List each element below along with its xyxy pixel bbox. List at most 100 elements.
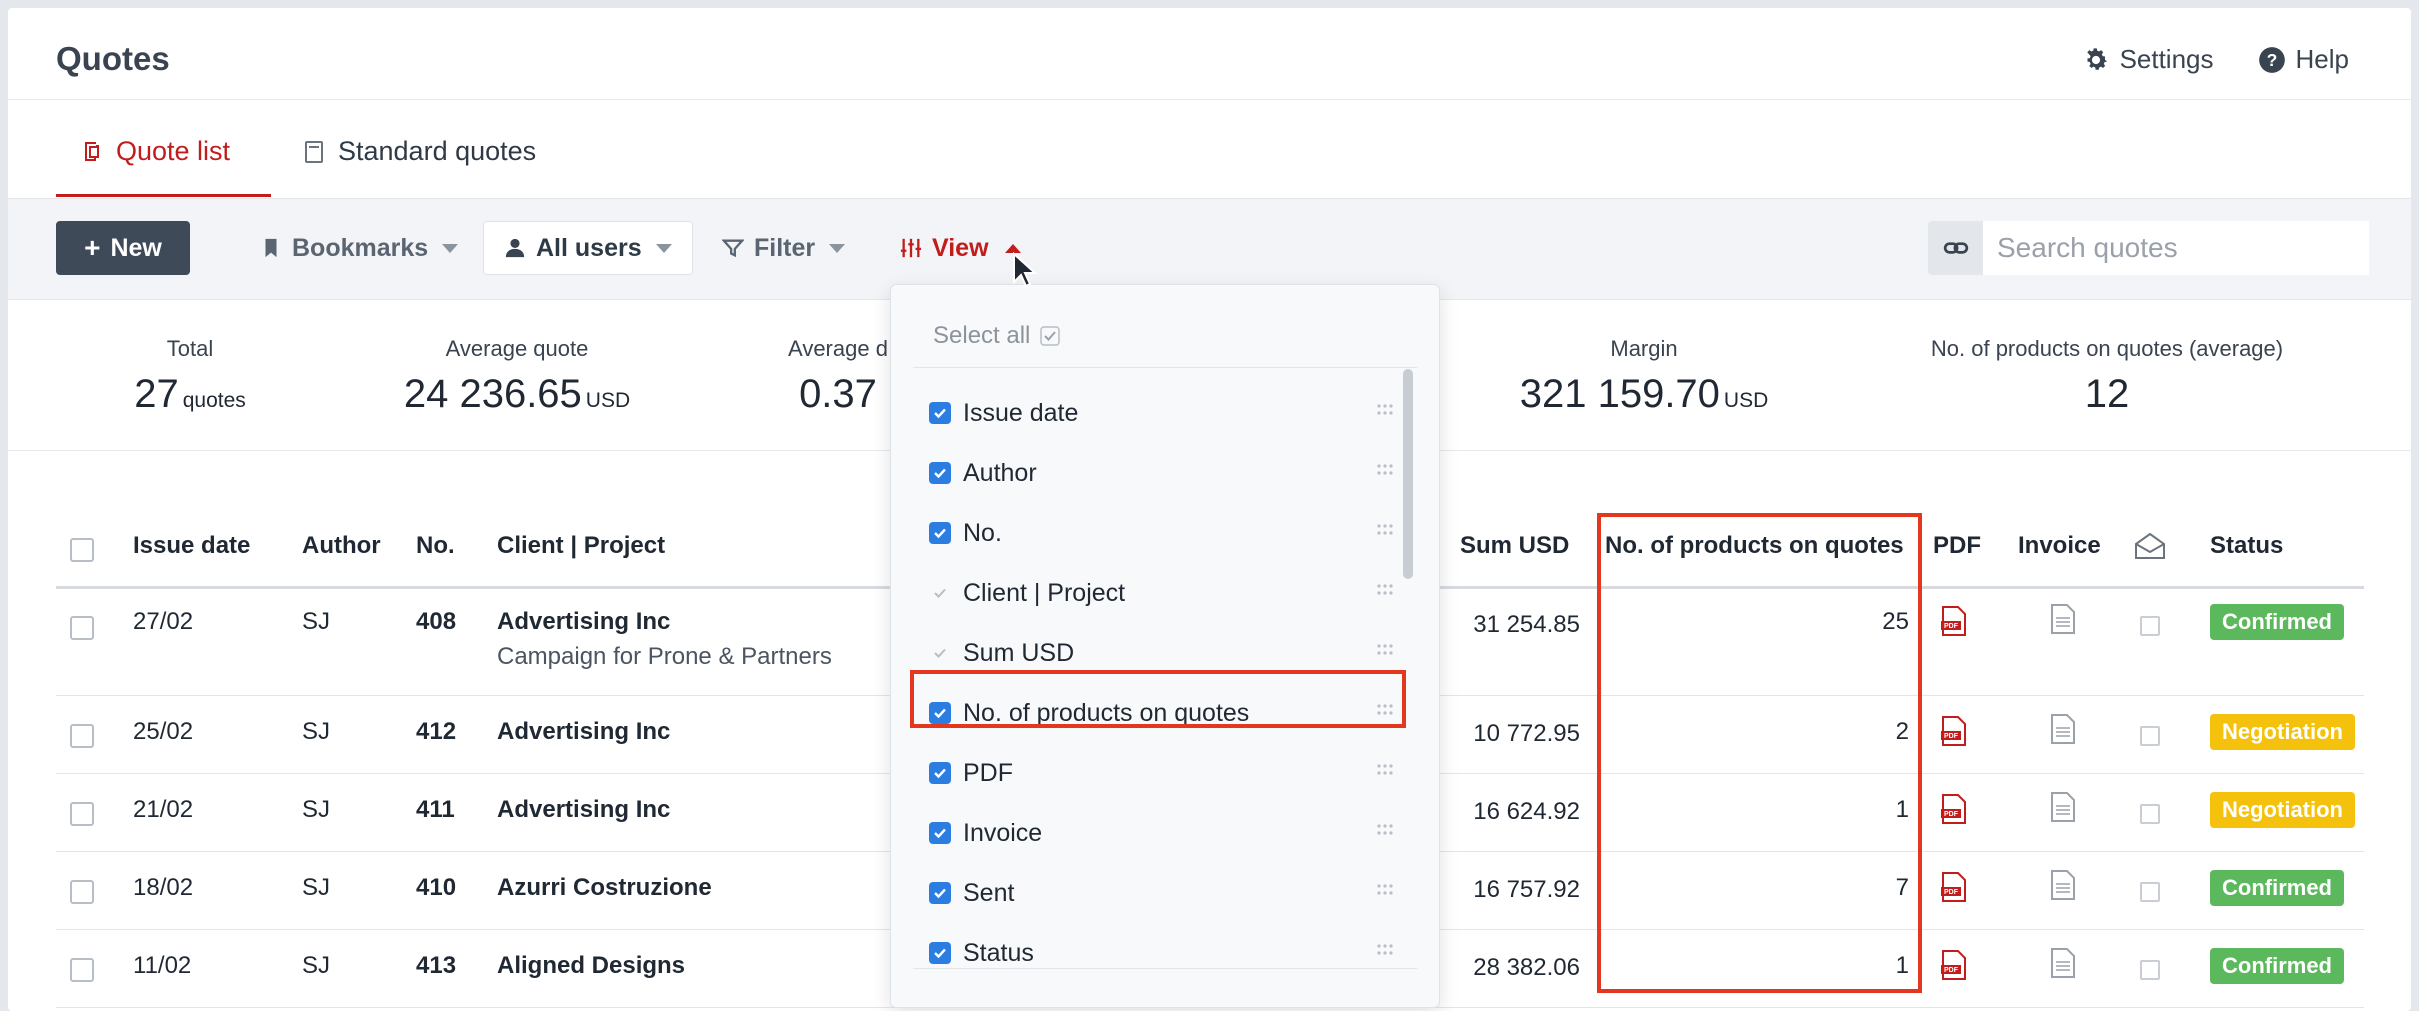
bookmarks-label: Bookmarks xyxy=(292,233,429,262)
help-icon: ? xyxy=(2258,46,2285,73)
cell-no[interactable]: 408 xyxy=(416,608,456,636)
stat-products-average: No. of products on quotes (average) 12 xyxy=(1931,336,2283,417)
drag-handle-icon[interactable] xyxy=(1376,403,1394,417)
cell-client[interactable]: Advertising Inc xyxy=(497,718,670,746)
sent-checkbox[interactable] xyxy=(2140,726,2160,746)
cell-project[interactable]: Campaign for Prone & Partners xyxy=(497,643,832,671)
header-pdf[interactable]: PDF xyxy=(1933,532,1981,560)
sent-checkbox[interactable] xyxy=(2140,804,2160,824)
drag-handle-icon[interactable] xyxy=(1376,463,1394,477)
bookmarks-dropdown[interactable]: Bookmarks xyxy=(260,221,459,275)
new-label: New xyxy=(110,233,162,262)
stat-value: 12 xyxy=(2084,372,2130,416)
column-option-label: Author xyxy=(963,458,1037,487)
pdf-icon[interactable]: PDF xyxy=(1941,716,1967,746)
invoice-doc-icon[interactable] xyxy=(2050,948,2076,978)
mouse-cursor-icon xyxy=(1013,252,1038,288)
status-badge[interactable]: Confirmed xyxy=(2210,870,2344,906)
column-option-issue-date[interactable]: Issue date xyxy=(929,385,1394,441)
drag-handle-icon[interactable] xyxy=(1376,943,1394,957)
header-client-project[interactable]: Client | Project xyxy=(497,532,665,560)
header-sum-usd[interactable]: Sum USD xyxy=(1460,532,1569,560)
column-option-status[interactable]: Status xyxy=(929,925,1394,981)
column-option-author[interactable]: Author xyxy=(929,445,1394,501)
stat-total: Total 27 quotes xyxy=(134,336,246,417)
users-dropdown[interactable]: All users xyxy=(483,221,693,275)
header-no[interactable]: No. xyxy=(416,532,455,560)
header-issue-date[interactable]: Issue date xyxy=(133,532,250,560)
status-badge[interactable]: Confirmed xyxy=(2210,604,2344,640)
sent-checkbox[interactable] xyxy=(2140,960,2160,980)
drag-handle-icon[interactable] xyxy=(1376,883,1394,897)
tab-quote-list[interactable]: Quote list xyxy=(80,136,230,167)
sliders-icon xyxy=(900,238,922,258)
cell-no[interactable]: 412 xyxy=(416,718,456,746)
column-option-sent[interactable]: Sent xyxy=(929,865,1394,921)
sent-checkbox[interactable] xyxy=(2140,616,2160,636)
tab-bar: Quote list Standard quotes xyxy=(8,100,2411,199)
select-all-checkbox[interactable] xyxy=(70,538,94,562)
row-checkbox[interactable] xyxy=(70,958,94,982)
quote-list-icon xyxy=(85,141,99,161)
tab-standard-quotes[interactable]: Standard quotes xyxy=(302,136,536,167)
pdf-icon[interactable]: PDF xyxy=(1941,606,1967,636)
cell-no[interactable]: 413 xyxy=(416,952,456,980)
search-box xyxy=(1928,221,2369,275)
cell-no[interactable]: 411 xyxy=(416,796,455,824)
column-option-no[interactable]: No. xyxy=(929,505,1394,561)
products-column-highlight xyxy=(1597,513,1922,993)
average-quote-value: 24 236.65 xyxy=(403,372,582,416)
column-option-pdf[interactable]: PDF xyxy=(929,745,1394,801)
cell-client[interactable]: Advertising Inc xyxy=(497,796,670,824)
drag-handle-icon[interactable] xyxy=(1376,643,1394,657)
checkbox-checked-icon xyxy=(929,462,951,484)
drag-handle-icon[interactable] xyxy=(1376,583,1394,597)
drag-handle-icon[interactable] xyxy=(1376,523,1394,537)
select-all-checkbox-icon xyxy=(1040,326,1061,346)
pdf-icon[interactable]: PDF xyxy=(1941,872,1967,902)
cell-sum: 10 772.95 xyxy=(1473,720,1580,747)
drag-handle-icon[interactable] xyxy=(1376,823,1394,837)
cell-client[interactable]: Azurri Costruzione xyxy=(497,874,712,902)
invoice-doc-icon[interactable] xyxy=(2050,792,2076,822)
row-checkbox[interactable] xyxy=(70,616,94,640)
invoice-doc-icon[interactable] xyxy=(2050,714,2076,744)
status-badge[interactable]: Negotiation xyxy=(2210,792,2355,828)
row-checkbox[interactable] xyxy=(70,724,94,748)
pdf-icon[interactable]: PDF xyxy=(1941,950,1967,980)
header-invoice[interactable]: Invoice xyxy=(2018,532,2101,560)
status-badge[interactable]: Confirmed xyxy=(2210,948,2344,984)
view-columns-menu: Select all Issue date Author No. Client … xyxy=(890,284,1440,1008)
status-badge[interactable]: Negotiation xyxy=(2210,714,2355,750)
header-status[interactable]: Status xyxy=(2210,532,2283,560)
checkbox-checked-icon xyxy=(929,942,951,964)
filter-dropdown[interactable]: Filter xyxy=(722,221,846,275)
page-title: Quotes xyxy=(56,40,170,77)
menu-scrollbar[interactable] xyxy=(1403,369,1413,579)
column-option-label: Status xyxy=(963,938,1034,967)
invoice-doc-icon[interactable] xyxy=(2050,870,2076,900)
row-checkbox[interactable] xyxy=(70,802,94,826)
help-button[interactable]: ? Help xyxy=(2258,44,2349,75)
drag-handle-icon[interactable] xyxy=(1376,763,1394,777)
row-checkbox[interactable] xyxy=(70,880,94,904)
search-input[interactable] xyxy=(1983,221,2369,275)
cell-client[interactable]: Aligned Designs xyxy=(497,952,685,980)
column-option-label: Sum USD xyxy=(963,638,1075,667)
cell-sum: 16 757.92 xyxy=(1473,876,1580,903)
select-all-option[interactable]: Select all xyxy=(933,322,1061,350)
pdf-icon[interactable]: PDF xyxy=(1941,794,1967,824)
active-tab-underline xyxy=(56,194,271,197)
settings-button[interactable]: Settings xyxy=(2082,44,2214,75)
header-author[interactable]: Author xyxy=(302,532,381,560)
cell-no[interactable]: 410 xyxy=(416,874,456,902)
sent-checkbox[interactable] xyxy=(2140,882,2160,902)
column-option-invoice[interactable]: Invoice xyxy=(929,805,1394,861)
view-dropdown[interactable]: View xyxy=(900,221,1021,275)
stat-value: 0.37 xyxy=(799,372,877,416)
new-quote-button[interactable]: + New xyxy=(56,221,190,275)
cell-client[interactable]: Advertising Inc xyxy=(497,608,670,636)
link-icon[interactable] xyxy=(1928,221,1983,275)
invoice-doc-icon[interactable] xyxy=(2050,604,2076,634)
column-option-client-project[interactable]: Client | Project xyxy=(929,565,1394,621)
